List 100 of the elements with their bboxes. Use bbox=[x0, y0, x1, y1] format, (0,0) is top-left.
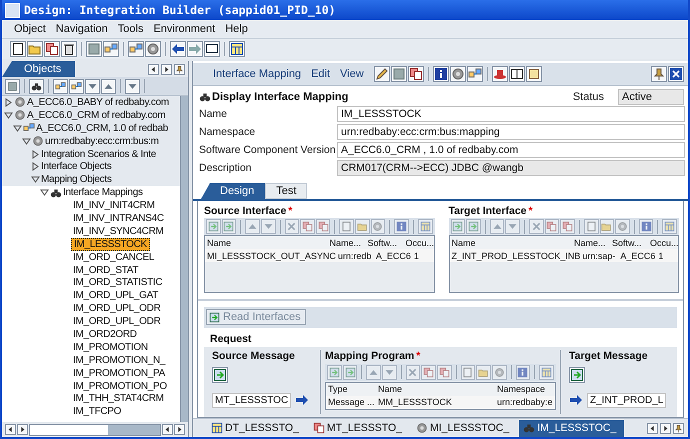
text-field[interactable]: IM_LESSSTOCK bbox=[337, 106, 685, 122]
tree-item[interactable]: IM_ORD_UPL_GAT bbox=[71, 290, 160, 302]
text-field[interactable]: urn:redbaby:ecc:crm:bus:mapping bbox=[337, 124, 685, 140]
tree-item[interactable]: IM_THH_STAT4CRM bbox=[71, 393, 166, 404]
section-title: Source Interface bbox=[204, 205, 286, 217]
close-icon[interactable] bbox=[668, 66, 684, 82]
tree-item[interactable]: IM_LESSSTOCK bbox=[71, 238, 150, 251]
tree-item[interactable]: IM_PROMOTION_PO bbox=[71, 380, 169, 392]
column-header[interactable]: Softw... bbox=[366, 238, 404, 248]
tab[interactable]: Design bbox=[201, 183, 266, 199]
menu-item[interactable]: View bbox=[340, 68, 364, 80]
column-header[interactable]: Occu... bbox=[404, 238, 434, 248]
load-icon[interactable] bbox=[569, 366, 585, 382]
tree-item[interactable]: IM_PROMOTION_PA bbox=[71, 368, 167, 379]
editor-tab[interactable]: DT_LESSSTO_ bbox=[207, 420, 307, 436]
menu-item[interactable]: Navigation bbox=[56, 23, 108, 35]
table-cell-text: urn:sap- bbox=[581, 250, 616, 260]
table-icon[interactable] bbox=[229, 41, 245, 57]
table-cell-text: Message ... bbox=[327, 397, 376, 407]
collapsed-triangle-icon[interactable] bbox=[31, 162, 41, 172]
field-label: Namespace bbox=[199, 126, 256, 138]
collapsed-triangle-icon[interactable] bbox=[31, 150, 41, 158]
section-title: Target Interface bbox=[448, 205, 526, 217]
editor-tab[interactable]: IM_LESSSTOC_ bbox=[519, 420, 624, 436]
square-icon[interactable] bbox=[390, 66, 407, 82]
monitor-icon[interactable] bbox=[204, 41, 220, 57]
section-title: Mapping Program bbox=[325, 350, 414, 362]
column-header[interactable]: Type bbox=[326, 384, 376, 394]
column-header[interactable]: Name bbox=[376, 384, 495, 394]
objects-tab[interactable]: Objects bbox=[2, 61, 76, 77]
square-icon[interactable] bbox=[5, 78, 20, 94]
column-header[interactable]: Name... bbox=[572, 238, 610, 248]
tree-item[interactable]: IM_ORD2ORD bbox=[71, 328, 139, 340]
expanded-triangle-icon[interactable] bbox=[31, 175, 41, 184]
expanded-triangle-icon[interactable] bbox=[40, 188, 50, 198]
folder-icon[interactable] bbox=[27, 41, 43, 57]
tree-item[interactable]: IM_INV_INTRANS4C bbox=[71, 212, 166, 224]
field-label: Status bbox=[572, 90, 604, 102]
required-mark: * bbox=[288, 205, 292, 217]
column-header[interactable]: Name... bbox=[328, 238, 366, 248]
tree-item[interactable]: IM_ORD_STAT bbox=[71, 264, 140, 276]
menu-item[interactable]: Environment bbox=[153, 23, 216, 35]
network-icon[interactable] bbox=[466, 66, 483, 82]
book-icon[interactable] bbox=[508, 66, 525, 82]
tree-item[interactable]: IM_TFCPO bbox=[71, 406, 124, 418]
tree-node[interactable]: Interface Mappings bbox=[63, 187, 143, 198]
tab[interactable]: Test bbox=[265, 183, 308, 199]
text-field[interactable]: Z_INT_PROD_L bbox=[587, 392, 666, 408]
copy-icon[interactable] bbox=[44, 41, 60, 57]
load-icon[interactable] bbox=[212, 366, 228, 382]
column-header[interactable]: Occu... bbox=[648, 238, 678, 248]
required-mark: * bbox=[416, 350, 420, 362]
column-header[interactable]: Name bbox=[205, 238, 328, 248]
expanded-triangle-icon[interactable] bbox=[13, 124, 23, 133]
tree-item[interactable]: IM_PROMOTION_N_ bbox=[71, 354, 168, 366]
left-arrow-icon[interactable] bbox=[170, 41, 186, 57]
menu-item[interactable]: Tools bbox=[118, 23, 144, 35]
tree-item[interactable]: IM_INV_INIT4CRM bbox=[71, 200, 157, 212]
menu-item[interactable]: Edit bbox=[311, 68, 330, 80]
menu-item[interactable]: Help bbox=[225, 23, 248, 35]
column-header[interactable]: Softw... bbox=[610, 238, 648, 248]
horizontal-scrollbar[interactable] bbox=[29, 424, 161, 436]
collapsed-triangle-icon[interactable] bbox=[4, 98, 14, 107]
field-label: Software Component Version bbox=[199, 144, 337, 156]
trash-icon[interactable] bbox=[61, 41, 77, 57]
binoculars-icon[interactable] bbox=[29, 78, 44, 94]
text-field[interactable]: CRM017(CRM-->ECC) JDBC @wangb bbox=[337, 160, 685, 176]
menu-item[interactable]: Interface Mapping bbox=[213, 68, 302, 80]
column-header[interactable]: Namespace bbox=[495, 384, 555, 394]
square-icon[interactable] bbox=[86, 41, 102, 57]
menu-item[interactable]: Object bbox=[14, 23, 46, 35]
column-header[interactable]: Name bbox=[450, 238, 572, 248]
editor-tab[interactable]: MI_LESSSTOC_ bbox=[412, 420, 518, 436]
expanded-triangle-icon[interactable] bbox=[22, 136, 32, 146]
window-title: Design: Integration Builder (sappid01_PID_10) bbox=[24, 3, 336, 17]
pencil-icon[interactable] bbox=[374, 66, 390, 82]
text-field[interactable]: A_ECC6.0_CRM , 1.0 of redbaby.com bbox=[337, 142, 685, 158]
copy-icon[interactable] bbox=[408, 66, 424, 82]
tree-item[interactable]: IM_ORD_UPL_ODR bbox=[71, 316, 162, 328]
pin-icon[interactable] bbox=[174, 64, 185, 74]
network-icon[interactable] bbox=[69, 78, 84, 94]
tree-item[interactable]: IM_ORD_CANCEL bbox=[71, 252, 156, 263]
section-title: Request bbox=[209, 332, 252, 346]
tree-item[interactable]: IM_INV_SYNC4CRM bbox=[71, 226, 166, 237]
network-icon[interactable] bbox=[128, 41, 144, 57]
pin-icon[interactable] bbox=[651, 66, 667, 82]
expanded-triangle-icon[interactable] bbox=[4, 110, 14, 120]
vertical-scrollbar[interactable] bbox=[180, 96, 188, 422]
document-icon[interactable] bbox=[10, 41, 26, 57]
info-icon[interactable] bbox=[432, 66, 449, 82]
tree-item[interactable]: IM_PROMOTION bbox=[71, 342, 150, 353]
text-field[interactable]: MT_LESSSTOC bbox=[212, 392, 292, 408]
network-icon[interactable] bbox=[103, 41, 119, 57]
network-icon[interactable] bbox=[53, 78, 68, 94]
field-label: Name bbox=[199, 108, 228, 120]
tree-item[interactable]: IM_ORD_UPL_ODR bbox=[71, 303, 162, 314]
tree-item[interactable]: IM_ORD_STATISTIC bbox=[71, 277, 164, 288]
hat-icon[interactable] bbox=[492, 66, 508, 82]
editor-tab[interactable]: MT_LESSSTO_ bbox=[308, 420, 410, 436]
pin-icon[interactable] bbox=[673, 422, 684, 434]
